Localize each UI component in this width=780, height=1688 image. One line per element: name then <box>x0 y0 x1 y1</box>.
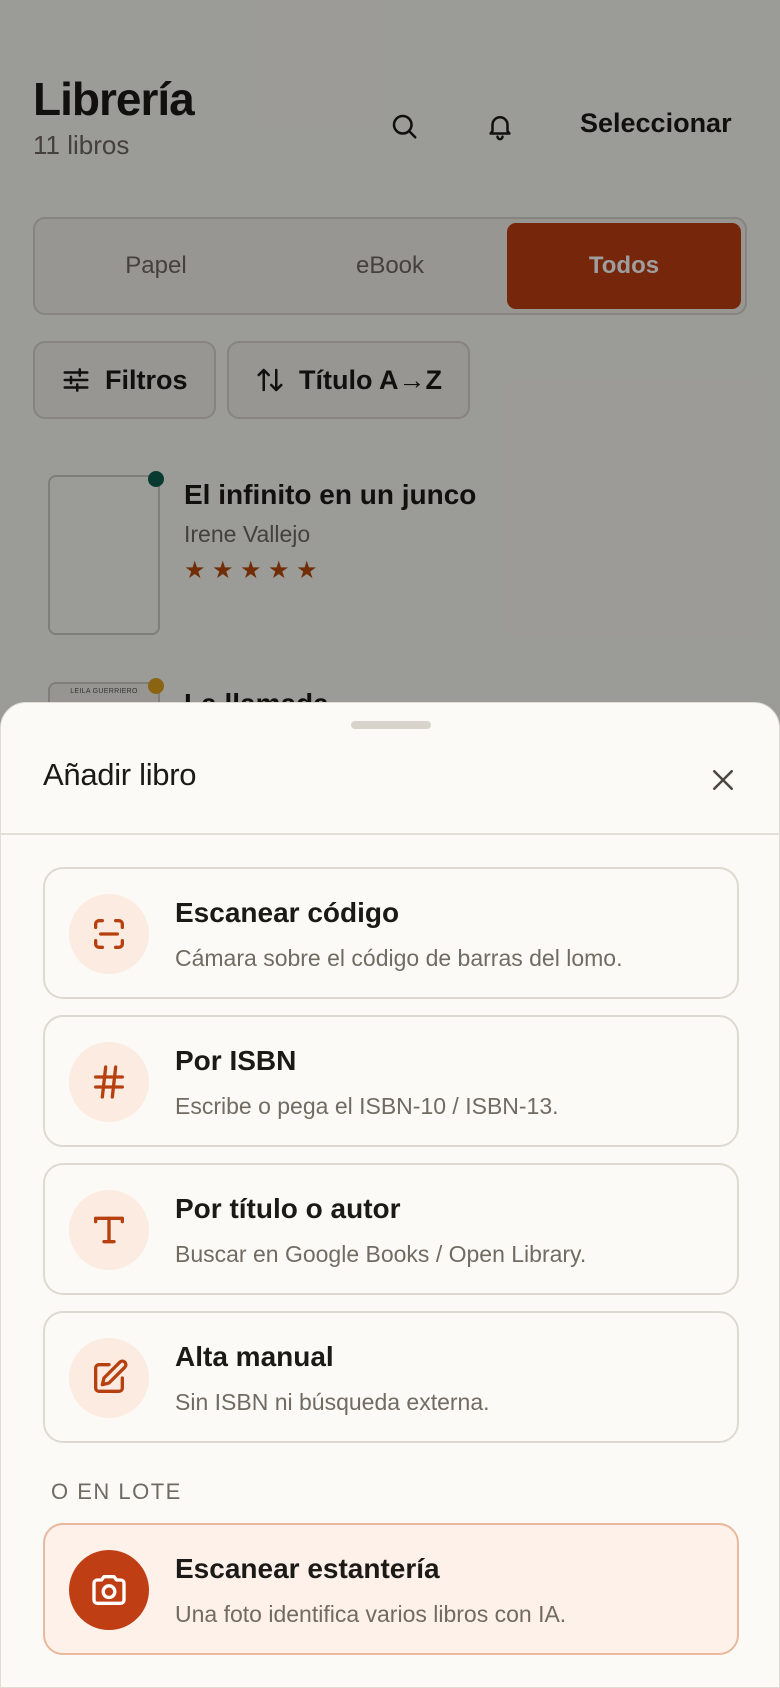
sheet-drag-handle[interactable] <box>351 721 431 729</box>
option-description: Escribe o pega el ISBN-10 / ISBN-13. <box>175 1093 559 1119</box>
close-icon[interactable] <box>701 758 745 802</box>
manual-entry-option[interactable]: Alta manual Sin ISBN ni búsqueda externa… <box>43 1311 739 1443</box>
scan-barcode-option[interactable]: Escanear código Cámara sobre el código d… <box>43 867 739 999</box>
camera-icon <box>69 1550 149 1630</box>
option-title: Escanear estantería <box>175 1553 440 1584</box>
option-description: Sin ISBN ni búsqueda externa. <box>175 1389 490 1415</box>
type-icon <box>69 1190 149 1270</box>
add-book-sheet: Añadir libro Escanear código Cámara sobr… <box>0 702 780 1688</box>
isbn-option[interactable]: Por ISBN Escribe o pega el ISBN-10 / ISB… <box>43 1015 739 1147</box>
hash-icon <box>69 1042 149 1122</box>
sheet-title: Añadir libro <box>43 757 197 792</box>
scan-shelf-option[interactable]: Escanear estantería Una foto identifica … <box>43 1523 739 1655</box>
edit-icon <box>69 1338 149 1418</box>
scan-icon <box>69 894 149 974</box>
option-title: Por título o autor <box>175 1193 401 1224</box>
option-description: Cámara sobre el código de barras del lom… <box>175 945 623 971</box>
option-title: Por ISBN <box>175 1045 297 1076</box>
option-title: Escanear código <box>175 897 400 928</box>
option-description: Una foto identifica varios libros con IA… <box>175 1601 567 1627</box>
option-description: Buscar en Google Books / Open Library. <box>175 1241 587 1267</box>
batch-section-label: O EN LOTE <box>51 1479 182 1504</box>
divider <box>1 833 780 835</box>
title-author-option[interactable]: Por título o autor Buscar en Google Book… <box>43 1163 739 1295</box>
option-title: Alta manual <box>175 1341 334 1372</box>
